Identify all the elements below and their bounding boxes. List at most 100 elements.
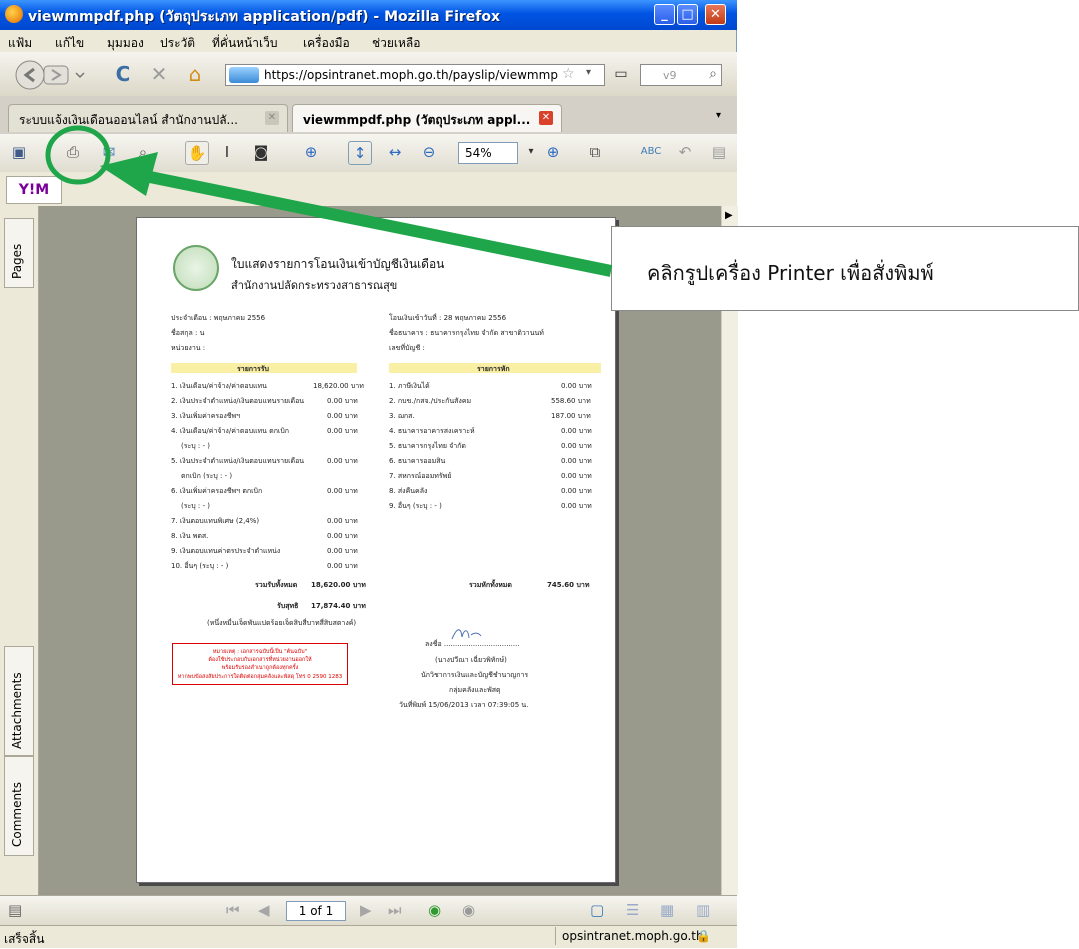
tab-label: viewmmpdf.php (วัตถุประเภท appl... <box>303 113 531 127</box>
go-forward-icon[interactable]: ◉ <box>462 901 475 919</box>
fit-page-icon[interactable]: ↕ <box>348 141 372 165</box>
tab-list-icon[interactable]: ▾ <box>716 110 721 121</box>
deduct-label: 1. ภาษีเงินได้ <box>389 382 430 390</box>
menu-file[interactable]: แฟ้ม <box>8 34 32 53</box>
income-value: 0.00 บาท <box>327 457 358 465</box>
reload-icon[interactable]: C <box>112 63 134 85</box>
deduct-value: 558.60 บาท <box>551 397 591 405</box>
extension-row: Y!M <box>0 172 737 207</box>
next-page-icon[interactable]: ▶ <box>360 901 372 919</box>
income-label: 10. อื่นๆ (ระบุ : - ) <box>171 562 229 570</box>
hand-tool-icon[interactable]: ✋ <box>185 141 209 165</box>
copy-icon[interactable]: ▤ <box>708 141 730 163</box>
income-value: 0.00 บาท <box>327 487 358 495</box>
net-value: 17,874.40 บาท <box>311 602 366 610</box>
tab-close-icon[interactable]: ✕ <box>265 111 279 125</box>
spellcheck-icon[interactable]: ABC <box>640 141 662 163</box>
status-domain-text: opsintranet.moph.go.th <box>562 929 704 943</box>
print-date: วันที่พิมพ์ 15/06/2013 เวลา 07:39:05 น. <box>399 701 529 709</box>
pages-tab[interactable]: Pages <box>4 218 34 288</box>
zoom-dropdown-icon[interactable]: ▾ <box>520 141 542 163</box>
deduct-label: 2. กบข./กสจ./ประกันสังคม <box>389 397 472 405</box>
zoom-out-icon[interactable]: ⊖ <box>418 141 440 163</box>
deduct-value: 0.00 บาท <box>561 502 592 510</box>
status-bar: เสร็จสิ้น opsintranet.moph.go.th 🔒 <box>0 925 737 948</box>
last-page-icon[interactable]: ⏭ <box>388 901 402 919</box>
menu-edit[interactable]: แก้ไข <box>55 34 84 53</box>
tab-payslip[interactable]: ระบบแจ้งเงินเดือนออนไลน์ สำนักงานปลั... … <box>8 104 288 132</box>
single-page-icon[interactable]: ▢ <box>590 901 604 919</box>
page-icon[interactable]: ▭ <box>610 63 632 85</box>
url-bar[interactable]: https://opsintranet.moph.go.th/payslip/v… <box>225 64 605 86</box>
menu-bookmarks[interactable]: ที่คั่นหน้าเว็บ <box>212 34 277 53</box>
continuous-facing-icon[interactable]: ▥ <box>696 901 710 919</box>
income-value: 0.00 บาท <box>327 532 358 540</box>
zoom-select[interactable]: 54% <box>458 142 518 164</box>
home-icon[interactable]: ⌂ <box>184 63 206 85</box>
income-label: 1. เงินเดือน/ค่าจ้าง/ค่าตอบแทน <box>171 382 267 390</box>
maximize-button[interactable]: □ <box>677 4 698 25</box>
forward-button[interactable] <box>43 65 69 85</box>
menu-history[interactable]: ประวัติ <box>160 34 195 53</box>
total-deduct-label: รวมหักทั้งหมด <box>469 581 512 589</box>
pdf-sidebar: Pages Attachments Comments <box>0 206 39 895</box>
save-icon[interactable]: ▣ <box>8 141 30 163</box>
zoom-in-icon[interactable]: ⊕ <box>300 141 322 163</box>
income-header: รายการรับ <box>237 365 269 373</box>
search-input[interactable]: v9 ⌕ <box>640 64 722 86</box>
search-icon[interactable]: ⌕ <box>709 66 717 82</box>
deduct-value: 0.00 บาท <box>561 382 592 390</box>
tab-bar: ระบบแจ้งเงินเดือนออนไลน์ สำนักงานปลั... … <box>0 96 737 135</box>
doc-bank: ชื่อธนาคาร : ธนาคารกรุงไทย จำกัด สาขาติว… <box>389 329 544 337</box>
email-icon[interactable]: ✉ <box>98 141 120 163</box>
tab-close-icon[interactable]: ✕ <box>539 111 553 125</box>
stop-icon[interactable]: ✕ <box>148 63 170 85</box>
window-title: viewmmpdf.php (วัตถุประเภท application/p… <box>28 9 501 25</box>
bookmark-star-icon[interactable]: ☆ <box>562 66 575 82</box>
income-label: 4. เงินเดือน/ค่าจ้าง/ค่าตอบแทน ตกเบิก <box>171 427 290 435</box>
url-dropdown-icon[interactable]: ▾ <box>586 67 591 78</box>
doc-subtitle: สำนักงานปลัดกระทรวงสาธารณสุข <box>231 279 398 292</box>
income-value: 0.00 บาท <box>327 427 358 435</box>
scroll-right-arrow-icon[interactable]: ▶ <box>725 210 733 221</box>
zoom-plus-icon[interactable]: ⊕ <box>542 141 564 163</box>
comments-tab[interactable]: Comments <box>4 756 34 856</box>
lock-icon[interactable]: 🔒 <box>696 927 711 945</box>
site-identity-icon[interactable] <box>229 67 259 83</box>
attachments-tab[interactable]: Attachments <box>4 646 34 756</box>
select-text-icon[interactable]: Ⅰ <box>216 141 238 163</box>
sidebar-toggle-icon[interactable]: ▤ <box>8 901 22 919</box>
undo-icon[interactable]: ↶ <box>674 141 696 163</box>
first-page-icon[interactable]: ⏮ <box>226 901 240 919</box>
instruction-callout: คลิกรูปเครื่อง Printer เพื่อสั่งพิมพ์ <box>611 226 1079 311</box>
page-number-input[interactable]: 1 of 1 <box>286 901 346 921</box>
sign-position: นักวิชาการเงินและบัญชีชำนาญการ <box>421 671 529 679</box>
menu-bar: แฟ้ม แก้ไข มุมมอง ประวัติ ที่คั่นหน้าเว็… <box>0 30 737 52</box>
doc-transfer-date: โอนเงินเข้าวันที่ : 28 พฤษภาคม 2556 <box>389 314 507 322</box>
status-domain: opsintranet.moph.go.th 🔒 <box>555 927 712 945</box>
yahoo-messenger-tab[interactable]: Y!M <box>6 176 62 204</box>
facing-icon[interactable]: ▦ <box>660 901 674 919</box>
income-label: (ระบุ : - ) <box>181 502 210 510</box>
menu-help[interactable]: ช่วยเหลือ <box>372 34 421 53</box>
callout-text: คลิกรูปเครื่อง Printer เพื่อสั่งพิมพ์ <box>647 261 934 285</box>
fit-width-icon[interactable]: ↔ <box>384 141 406 163</box>
menu-view[interactable]: มุมมอง <box>107 34 144 53</box>
menu-tools[interactable]: เครื่องมือ <box>303 34 350 53</box>
previous-page-icon[interactable]: ◀ <box>258 901 270 919</box>
find-icon[interactable]: ⌕ <box>132 141 154 163</box>
snapshot-icon[interactable]: ◙ <box>250 141 272 163</box>
notice-line: หมายเหตุ : เอกสารฉบับนี้เป็น "ต้นฉบับ" <box>212 649 308 655</box>
notice-line: พร้อมรับรองสำเนาถูกต้องทุกครั้ง <box>221 665 299 671</box>
print-icon[interactable]: ⎙ <box>62 141 84 163</box>
deduct-value: 0.00 บาท <box>561 442 592 450</box>
go-back-icon[interactable]: ◉ <box>428 901 441 919</box>
pages-icon[interactable]: ⧉ <box>584 141 606 163</box>
income-value: 0.00 บาท <box>327 517 358 525</box>
tab-pdf-viewer[interactable]: viewmmpdf.php (วัตถุประเภท appl... ✕ <box>292 104 562 132</box>
close-button[interactable]: ✕ <box>705 4 726 25</box>
pdf-page: ใบแสดงรายการโอนเงินเข้าบัญชีเงินเดือน สำ… <box>136 217 616 883</box>
back-button[interactable] <box>15 60 45 90</box>
continuous-icon[interactable]: ☰ <box>626 901 639 919</box>
minimize-button[interactable]: _ <box>654 4 675 25</box>
